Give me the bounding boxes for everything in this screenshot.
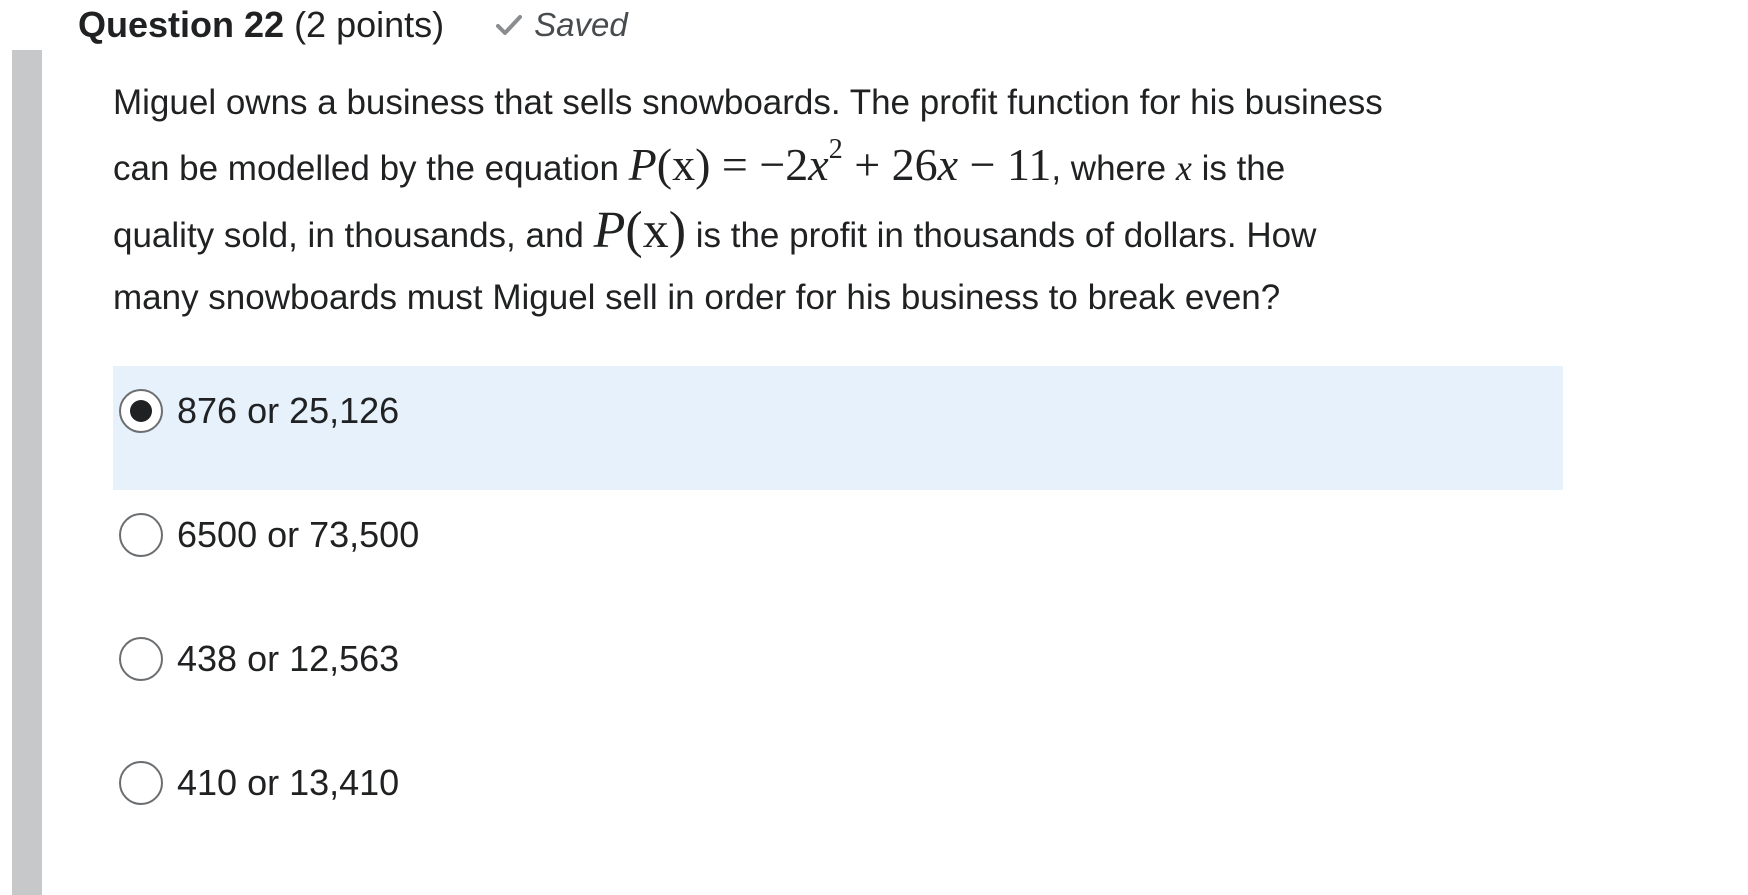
answer-option[interactable]: 6500 or 73,500 (113, 490, 1563, 614)
answer-option-row: 438 or 12,563 (119, 637, 399, 681)
equation-var: x (808, 139, 829, 190)
question-line-3-end: is the profit in thousands of dollars. H… (686, 216, 1317, 255)
equation-rhs-c: − 11 (958, 139, 1052, 190)
answer-label[interactable]: 6500 or 73,500 (177, 514, 419, 556)
line-2-end: is the (1191, 149, 1286, 188)
question-line-2: can be modelled by the equation P(x) = −… (113, 134, 1583, 200)
question-points: (2 points) (294, 4, 445, 45)
answer-option[interactable]: 438 or 12,563 (113, 614, 1563, 738)
question-header: Question 22 (2 points) Saved (78, 0, 628, 50)
question-left-bar (12, 50, 42, 895)
line-2-var: x (1175, 148, 1192, 188)
answer-option-row: 6500 or 73,500 (119, 513, 419, 557)
radio-button-selected[interactable] (119, 389, 163, 433)
answer-label[interactable]: 438 or 12,563 (177, 638, 399, 680)
equation-comma: , (1051, 149, 1062, 188)
question-line-1: Miguel owns a business that sells snowbo… (113, 83, 1383, 122)
answer-label[interactable]: 876 or 25,126 (177, 390, 399, 432)
radio-button[interactable] (119, 761, 163, 805)
saved-label: Saved (534, 6, 628, 43)
equation-exponent: 2 (828, 134, 843, 165)
answer-options: 876 or 25,126 6500 or 73,500 438 or 12,5… (113, 366, 1563, 862)
equation-p: P (628, 139, 657, 190)
px-expression: P(x) (594, 202, 686, 259)
question-line-3-text: quality sold, in thousands, and (113, 216, 594, 255)
answer-option-row: 410 or 13,410 (119, 761, 399, 805)
answer-option-row: 876 or 25,126 (119, 389, 399, 433)
answer-label[interactable]: 410 or 13,410 (177, 762, 399, 804)
question-title: Question 22 (78, 4, 285, 45)
question-line-4: many snowboards must Miguel sell in orde… (113, 278, 1281, 317)
equation-paren: (x) (656, 139, 711, 190)
equation-var-2: x (937, 139, 959, 190)
line-2-where: where (1061, 149, 1176, 188)
px-paren: (x) (625, 202, 687, 259)
equation-rhs-b: + 26 (842, 139, 938, 190)
radio-dot (130, 400, 152, 422)
checkmark-icon (496, 15, 523, 35)
answer-option[interactable]: 410 or 13,410 (113, 738, 1563, 862)
radio-button[interactable] (119, 513, 163, 557)
px-p: P (593, 202, 626, 259)
saved-status: Saved (496, 6, 628, 44)
question-text: Miguel owns a business that sells snowbo… (113, 72, 1583, 329)
question-line-3: quality sold, in thousands, and P(x) is … (113, 200, 1583, 267)
profit-equation: P(x) = −2x2 + 26x − 11 (628, 136, 1052, 191)
answer-option[interactable]: 876 or 25,126 (113, 366, 1563, 490)
radio-button[interactable] (119, 637, 163, 681)
question-line-2-text: can be modelled by the equation (113, 149, 629, 188)
equation-rhs-a: = −2 (710, 139, 809, 190)
